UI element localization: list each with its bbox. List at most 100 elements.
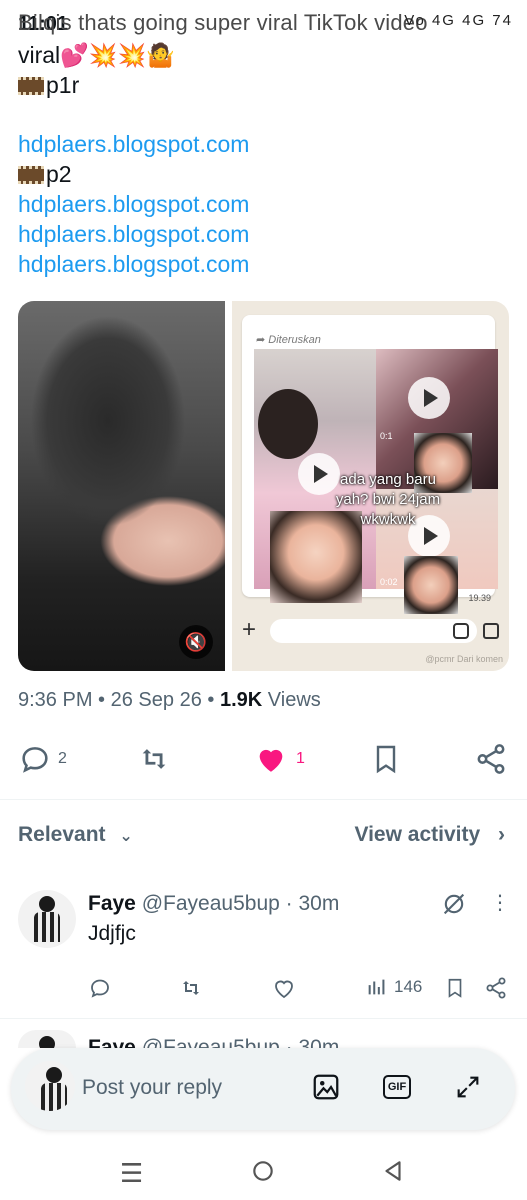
- avatar[interactable]: [18, 890, 76, 948]
- like-count: 1: [296, 750, 305, 767]
- android-nav-bar: ☰: [0, 1150, 527, 1200]
- repost-icon: [142, 749, 166, 769]
- film-icon: [18, 77, 44, 95]
- video-thumbnail-1[interactable]: 🔇: [18, 301, 225, 671]
- reply-button[interactable]: [88, 976, 112, 1000]
- views-button[interactable]: 146: [366, 976, 422, 998]
- bookmark-icon: [448, 978, 462, 998]
- expand-button[interactable]: [451, 1070, 485, 1104]
- tweet-line-2: p1r: [18, 70, 79, 100]
- bookmark-button[interactable]: [370, 742, 402, 776]
- bookmark-button[interactable]: [444, 976, 466, 1000]
- like-button[interactable]: [272, 976, 296, 1000]
- camera-icon: [483, 623, 499, 639]
- tweet-line-2-text: p1r: [46, 72, 80, 98]
- forwarded-label: ➦ Diteruskan: [256, 334, 321, 346]
- repost-button[interactable]: [178, 976, 204, 1000]
- more-icon[interactable]: ⋮: [490, 890, 510, 915]
- reply-age: 30m: [298, 892, 340, 915]
- play-icon: [408, 377, 450, 419]
- reply-author-name[interactable]: Faye: [88, 892, 136, 915]
- view-activity-link[interactable]: View activity ›: [354, 823, 505, 847]
- menu-icon[interactable]: ☰: [120, 1158, 143, 1189]
- status-bar: 11:01 Bilqis thats going super viral Tik…: [18, 10, 513, 38]
- overlay-title: Bilqis thats going super viral TikTok vi…: [18, 10, 428, 35]
- photo-tile: [404, 556, 458, 614]
- chat-screenshot: ➦ Diteruskan ada yang baru yah? bwi 24ja…: [242, 315, 498, 603]
- reply-count: 2: [58, 750, 67, 767]
- reply-author-handle[interactable]: @Fayeau5bup: [142, 892, 280, 915]
- tweet-date: 26 Sep 26: [110, 689, 202, 711]
- views-count: 1.9K: [219, 689, 263, 711]
- chat-input: [270, 619, 477, 643]
- tweet-link-4[interactable]: hdplaers.blogspot.com: [18, 249, 249, 279]
- meta-separator: •: [98, 689, 106, 711]
- repost-button[interactable]: [136, 742, 172, 776]
- share-button[interactable]: [474, 742, 508, 776]
- reply-actions: 146: [88, 976, 513, 1002]
- gif-button[interactable]: GIF: [380, 1070, 414, 1104]
- image-icon: [313, 1074, 339, 1100]
- relevant-dropdown[interactable]: Relevant ⌄: [18, 823, 133, 847]
- video-thumbnail-2[interactable]: ➦ Diteruskan ada yang baru yah? bwi 24ja…: [232, 301, 509, 671]
- plus-icon: +: [242, 616, 257, 643]
- link-text[interactable]: hdplaers.blogspot.com: [18, 251, 249, 277]
- tweet-link-2[interactable]: hdplaers.blogspot.com: [18, 189, 249, 219]
- bookmark-icon: [376, 745, 396, 774]
- avatar: [25, 1061, 75, 1111]
- back-icon[interactable]: [380, 1158, 406, 1191]
- chat-composer: +: [238, 617, 503, 645]
- tweet-meta: 9:36 PM • 26 Sep 26 • 1.9K Views: [18, 689, 321, 712]
- like-button[interactable]: 1: [254, 742, 305, 776]
- chat-timestamp: 19.39: [468, 593, 491, 603]
- tweet-time: 9:36 PM: [18, 689, 93, 711]
- video-duration: 0:1: [380, 431, 393, 441]
- sticker-icon: [453, 623, 469, 639]
- analytics-icon: [368, 979, 385, 995]
- watermark: @pcmr Dari komen: [425, 654, 503, 664]
- tweet-line-3: p2: [18, 159, 72, 189]
- mute-icon[interactable]: 🔇: [179, 625, 213, 659]
- home-icon[interactable]: [250, 1158, 276, 1191]
- reply-icon: [91, 979, 109, 998]
- tweet-line-1: viral💕💥💥🤷: [18, 42, 175, 68]
- expand-icon: [457, 1076, 479, 1098]
- image-button[interactable]: [309, 1070, 343, 1104]
- chevron-down-icon: ⌄: [119, 828, 133, 845]
- reply-placeholder[interactable]: Post your reply: [82, 1076, 222, 1100]
- link-text[interactable]: hdplaers.blogspot.com: [18, 131, 249, 157]
- meta-separator: •: [207, 689, 215, 711]
- view-activity-label: View activity: [354, 823, 481, 846]
- overlay-caption: ada yang baru yah? bwi 24jam wkwkwk: [335, 471, 441, 528]
- avatar[interactable]: [18, 1030, 76, 1048]
- divider: [0, 1018, 527, 1019]
- video-duration: 0:02: [380, 577, 398, 587]
- tweet-link-3[interactable]: hdplaers.blogspot.com: [18, 219, 249, 249]
- share-icon: [477, 744, 505, 774]
- link-text[interactable]: hdplaers.blogspot.com: [18, 191, 249, 217]
- chevron-right-icon: ›: [498, 823, 505, 846]
- reply-button[interactable]: 2: [18, 742, 67, 776]
- tweet-line-3-text: p2: [46, 161, 72, 187]
- reply-views-count: 146: [394, 977, 423, 996]
- repost-icon: [183, 981, 199, 995]
- tweet-link-1[interactable]: hdplaers.blogspot.com: [18, 129, 249, 159]
- share-icon: [486, 977, 506, 999]
- divider: [0, 799, 527, 800]
- reply-header: Faye @Fayeau5bup · 30m: [88, 892, 340, 915]
- relevant-label: Relevant: [18, 823, 106, 846]
- link-text[interactable]: hdplaers.blogspot.com: [18, 221, 249, 247]
- reply-composer[interactable]: Post your reply GIF: [11, 1048, 515, 1130]
- reply-icon: [22, 747, 48, 773]
- views-label: Views: [267, 689, 321, 711]
- system-icons: Vo 4G 4G 74: [404, 12, 513, 29]
- film-icon: [18, 166, 44, 184]
- tweet-actions: 2 1: [18, 738, 509, 780]
- heart-icon: [259, 749, 283, 772]
- share-button[interactable]: [484, 976, 508, 1000]
- heart-icon: [275, 980, 293, 999]
- grok-icon[interactable]: [440, 890, 468, 923]
- reply-text: Jdjfjc: [88, 922, 136, 945]
- media-grid: 🔇 ➦ Diteruskan ada yang baru yah? bwi 24…: [18, 301, 509, 671]
- gif-icon: GIF: [382, 1075, 412, 1099]
